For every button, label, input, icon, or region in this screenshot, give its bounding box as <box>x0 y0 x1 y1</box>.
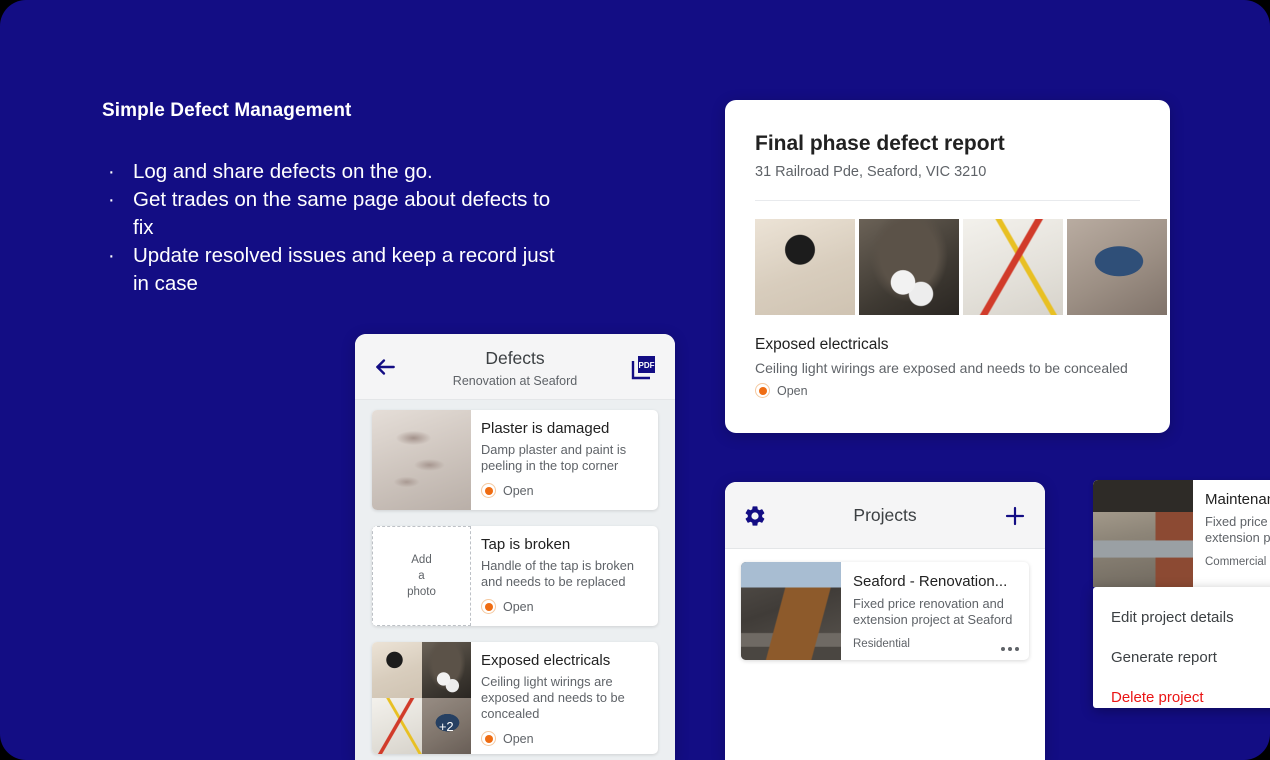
promo-bullet-list: · Log and share defects on the go. · Get… <box>102 158 572 298</box>
report-thumbnail[interactable] <box>1067 219 1167 315</box>
add-photo-line: a <box>418 570 425 582</box>
promo-heading: Simple Defect Management <box>102 100 352 121</box>
defects-subtitle: Renovation at Seaford <box>452 374 578 388</box>
menu-item-delete-project[interactable]: Delete project <box>1093 677 1270 717</box>
defect-list-item[interactable]: +2 Exposed electricals Ceiling light wir… <box>372 642 658 754</box>
project-description: Fixed price renovation and extension pro… <box>853 596 1013 627</box>
app-showcase-canvas: Simple Defect Management · Log and share… <box>0 0 1270 760</box>
project-body: Maintenan... Fixed price re extension pr… <box>1193 480 1270 587</box>
report-defect-description: Ceiling light wirings are exposed and ne… <box>755 360 1128 376</box>
promo-bullet-text: Update resolved issues and keep a record… <box>133 244 555 295</box>
defect-thumbnail[interactable] <box>372 410 471 510</box>
report-defect-title: Exposed electricals <box>755 336 889 353</box>
promo-bullet-item: · Update resolved issues and keep a reco… <box>102 242 572 298</box>
project-list-item[interactable]: Seaford - Renovation... Fixed price reno… <box>741 562 1029 660</box>
status-label: Open <box>503 599 534 614</box>
defect-photo: +2 <box>421 698 471 754</box>
defect-description: Handle of the tap is broken and needs to… <box>481 558 634 589</box>
defect-thumbnail-grid[interactable]: +2 <box>372 642 471 754</box>
defect-description: Damp plaster and paint is peeling in the… <box>481 442 627 473</box>
project-tag: Commercial <box>1205 556 1267 568</box>
status-badge: Open <box>755 383 808 398</box>
plus-icon[interactable] <box>1003 504 1027 528</box>
project-context-menu: Edit project details Generate report Del… <box>1093 587 1270 708</box>
status-dot-icon <box>755 383 770 398</box>
status-badge: Open <box>481 483 648 498</box>
defect-title: Exposed electricals <box>481 652 611 669</box>
defect-list-item[interactable]: Plaster is damaged Damp plaster and pain… <box>372 410 658 510</box>
defect-body: Exposed electricals Ceiling light wiring… <box>471 642 658 754</box>
report-thumbnail[interactable] <box>755 219 855 315</box>
status-label: Open <box>503 731 534 746</box>
report-thumbnail[interactable] <box>963 219 1063 315</box>
defect-title: Plaster is damaged <box>481 420 610 437</box>
bullet-icon: · <box>108 245 115 267</box>
status-dot-icon <box>481 731 496 746</box>
menu-item-generate-report[interactable]: Generate report <box>1093 637 1270 677</box>
project-body: Seaford - Renovation... Fixed price reno… <box>841 562 1029 660</box>
status-label: Open <box>503 483 534 498</box>
add-photo-placeholder[interactable]: Add a photo <box>372 526 471 626</box>
add-photo-line: Add <box>411 554 432 566</box>
promo-section: Simple Defect Management · Log and share… <box>102 100 572 298</box>
promo-bullet-text: Get trades on the same page about defect… <box>133 188 551 239</box>
defect-photo <box>421 642 471 698</box>
bullet-icon: · <box>108 161 115 183</box>
defects-title: Defects <box>485 348 545 368</box>
svg-text:PDF: PDF <box>639 361 655 370</box>
status-dot-icon <box>481 599 496 614</box>
project-title: Maintenan... <box>1205 491 1270 508</box>
report-title: Final phase defect report <box>755 132 1005 155</box>
defect-body: Plaster is damaged Damp plaster and pain… <box>471 410 658 510</box>
projects-header: Projects <box>725 482 1045 549</box>
promo-bullet-text: Log and share defects on the go. <box>133 160 433 183</box>
report-thumbnail-strip <box>755 219 1167 315</box>
project-title: Seaford - Renovation... <box>853 573 1008 590</box>
status-badge: Open <box>481 599 648 614</box>
projects-title: Projects <box>853 505 917 525</box>
defect-body: Tap is broken Handle of the tap is broke… <box>471 526 658 626</box>
defect-list-item[interactable]: Add a photo Tap is broken Handle of the … <box>372 526 658 626</box>
project-description-line: Fixed price re <box>1205 514 1270 529</box>
more-photos-count: +2 <box>421 698 471 754</box>
defects-header: Defects Renovation at Seaford PDF <box>355 334 675 400</box>
pdf-export-icon[interactable]: PDF <box>630 353 658 381</box>
promo-bullet-item: · Get trades on the same page about defe… <box>102 186 572 242</box>
defect-description: Ceiling light wirings are exposed and ne… <box>481 674 625 721</box>
projects-screen: Projects Seaford - Renovation... Fixed p… <box>725 482 1045 760</box>
report-divider <box>755 200 1140 201</box>
project-thumbnail <box>741 562 841 660</box>
project-tag: Residential <box>853 638 910 650</box>
project-list-item-clipped[interactable]: Maintenan... Fixed price re extension pr… <box>1093 480 1270 587</box>
defect-photo <box>372 698 422 754</box>
project-description: Fixed price re extension pro <box>1205 514 1270 546</box>
report-address: 31 Railroad Pde, Seaford, VIC 3210 <box>755 164 987 180</box>
projects-list: Seaford - Renovation... Fixed price reno… <box>725 549 1045 660</box>
project-thumbnail <box>1093 480 1193 587</box>
bullet-icon: · <box>108 189 115 211</box>
promo-bullet-item: · Log and share defects on the go. <box>102 158 572 186</box>
status-label: Open <box>777 383 808 398</box>
defects-list: Plaster is damaged Damp plaster and pain… <box>355 400 675 754</box>
defect-report-card: Final phase defect report 31 Railroad Pd… <box>725 100 1170 433</box>
status-badge: Open <box>481 731 648 746</box>
add-photo-line: photo <box>407 586 436 598</box>
report-thumbnail[interactable] <box>859 219 959 315</box>
project-description-line: extension pro <box>1205 530 1270 545</box>
defect-title: Tap is broken <box>481 536 571 553</box>
status-dot-icon <box>481 483 496 498</box>
defect-photo <box>372 642 422 698</box>
menu-item-edit-project-details[interactable]: Edit project details <box>1093 597 1270 637</box>
defects-screen: Defects Renovation at Seaford PDF Plaste… <box>355 334 675 760</box>
more-options-icon[interactable] <box>1001 647 1019 651</box>
